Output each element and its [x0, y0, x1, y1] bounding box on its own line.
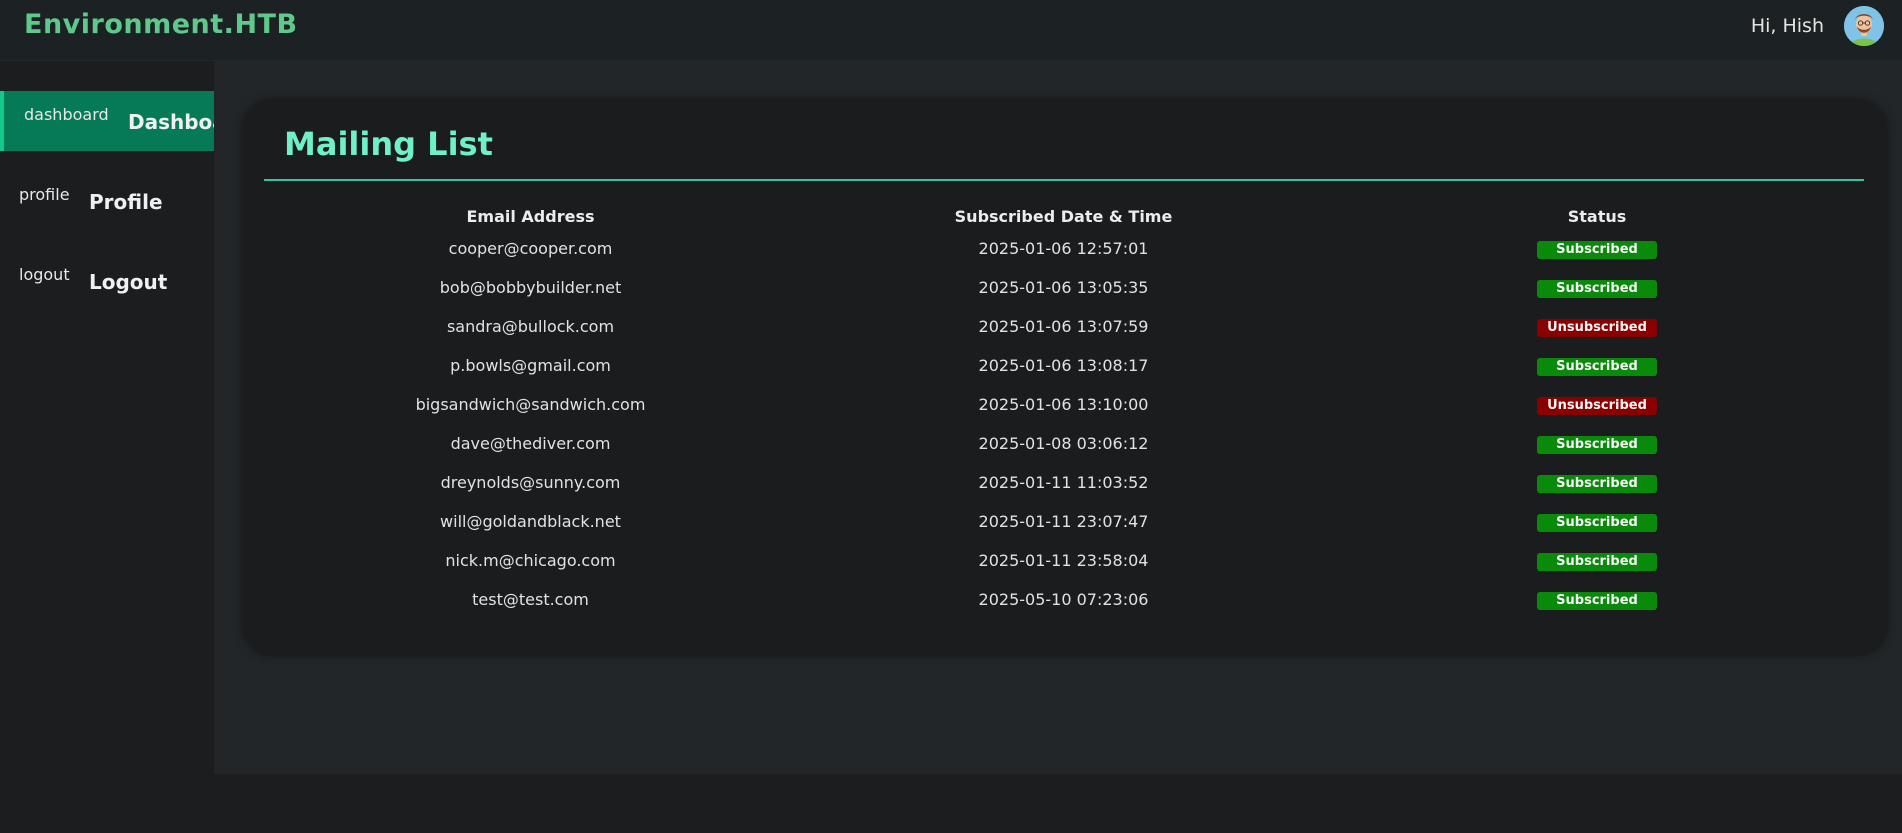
table-header-row: Email Address Subscribed Date & Time Sta…	[264, 203, 1864, 229]
datetime-cell: 2025-01-06 13:05:35	[797, 268, 1330, 307]
status-badge: Unsubscribed	[1537, 319, 1657, 337]
status-cell: Subscribed	[1330, 580, 1864, 619]
email-cell: sandra@bullock.com	[264, 307, 797, 346]
footer-area	[0, 774, 1902, 833]
datetime-cell: 2025-01-11 11:03:52	[797, 463, 1330, 502]
datetime-cell: 2025-05-10 07:23:06	[797, 580, 1330, 619]
logout-icon: logout	[19, 265, 70, 284]
datetime-cell: 2025-01-06 13:07:59	[797, 307, 1330, 346]
status-badge: Subscribed	[1537, 436, 1657, 454]
email-cell: nick.m@chicago.com	[264, 541, 797, 580]
status-cell: Subscribed	[1330, 346, 1864, 385]
status-cell: Unsubscribed	[1330, 385, 1864, 424]
datetime-cell: 2025-01-06 12:57:01	[797, 229, 1330, 268]
email-cell: dave@thediver.com	[264, 424, 797, 463]
email-cell: p.bowls@gmail.com	[264, 346, 797, 385]
status-cell: Unsubscribed	[1330, 307, 1864, 346]
table-row: test@test.com2025-05-10 07:23:06 Subscrib…	[264, 580, 1864, 619]
table-row: nick.m@chicago.com2025-01-11 23:58:04 Sub…	[264, 541, 1864, 580]
status-cell: Subscribed	[1330, 229, 1864, 268]
table-row: dreynolds@sunny.com2025-01-11 11:03:52 Su…	[264, 463, 1864, 502]
datetime-cell: 2025-01-06 13:10:00	[797, 385, 1330, 424]
status-badge: Unsubscribed	[1537, 397, 1657, 415]
table-row: bob@bobbybuilder.net2025-01-06 13:05:35 S…	[264, 268, 1864, 307]
sidebar-item-label: Dashboard	[128, 110, 214, 134]
table-row: cooper@cooper.com2025-01-06 12:57:01 Subs…	[264, 229, 1864, 268]
status-badge: Subscribed	[1537, 241, 1657, 259]
email-cell: bigsandwich@sandwich.com	[264, 385, 797, 424]
dashboard-icon: dashboard	[24, 105, 109, 124]
table-row: sandra@bullock.com2025-01-06 13:07:59 Uns…	[264, 307, 1864, 346]
status-badge: Subscribed	[1537, 514, 1657, 532]
user-greeting: Hi, Hish	[1751, 15, 1824, 37]
sidebar-item-label: Profile	[89, 190, 163, 214]
sidebar-item-dashboard[interactable]: dashboard Dashboard	[0, 91, 214, 151]
title-divider	[264, 179, 1864, 181]
sidebar-item-logout[interactable]: logout Logout	[0, 251, 214, 311]
table-row: will@goldandblack.net2025-01-11 23:07:47…	[264, 502, 1864, 541]
column-header-status: Status	[1330, 203, 1864, 229]
main-content: Mailing List Email Address Subscribed Da…	[214, 61, 1902, 774]
column-header-email: Email Address	[264, 203, 797, 229]
sidebar-item-profile[interactable]: profile Profile	[0, 171, 214, 231]
datetime-cell: 2025-01-08 03:06:12	[797, 424, 1330, 463]
mailing-list-table: Email Address Subscribed Date & Time Sta…	[264, 203, 1864, 619]
email-cell: will@goldandblack.net	[264, 502, 797, 541]
datetime-cell: 2025-01-11 23:58:04	[797, 541, 1330, 580]
datetime-cell: 2025-01-11 23:07:47	[797, 502, 1330, 541]
user-avatar-icon[interactable]	[1844, 6, 1884, 46]
email-cell: cooper@cooper.com	[264, 229, 797, 268]
datetime-cell: 2025-01-06 13:08:17	[797, 346, 1330, 385]
status-cell: Subscribed	[1330, 541, 1864, 580]
table-row: dave@thediver.com2025-01-08 03:06:12 Subs…	[264, 424, 1864, 463]
top-navbar: Environment.HTB Hi, Hish	[0, 0, 1902, 61]
status-badge: Subscribed	[1537, 553, 1657, 571]
status-cell: Subscribed	[1330, 424, 1864, 463]
status-cell: Subscribed	[1330, 463, 1864, 502]
email-cell: bob@bobbybuilder.net	[264, 268, 797, 307]
mailing-list-card: Mailing List Email Address Subscribed Da…	[244, 101, 1886, 654]
status-badge: Subscribed	[1537, 475, 1657, 493]
sidebar-item-label: Logout	[89, 270, 167, 294]
status-badge: Subscribed	[1537, 358, 1657, 376]
sidebar: dashboard Dashboard profile Profile logo…	[0, 61, 214, 774]
email-cell: dreynolds@sunny.com	[264, 463, 797, 502]
brand-logo[interactable]: Environment.HTB	[24, 9, 298, 40]
status-badge: Subscribed	[1537, 592, 1657, 610]
table-body: cooper@cooper.com2025-01-06 12:57:01 Subs…	[264, 229, 1864, 619]
table-row: p.bowls@gmail.com2025-01-06 13:08:17 Subs…	[264, 346, 1864, 385]
status-cell: Subscribed	[1330, 502, 1864, 541]
column-header-datetime: Subscribed Date & Time	[797, 203, 1330, 229]
email-cell: test@test.com	[264, 580, 797, 619]
profile-icon: profile	[19, 185, 70, 204]
status-cell: Subscribed	[1330, 268, 1864, 307]
table-row: bigsandwich@sandwich.com2025-01-06 13:10…	[264, 385, 1864, 424]
status-badge: Subscribed	[1537, 280, 1657, 298]
page-title: Mailing List	[284, 125, 493, 163]
